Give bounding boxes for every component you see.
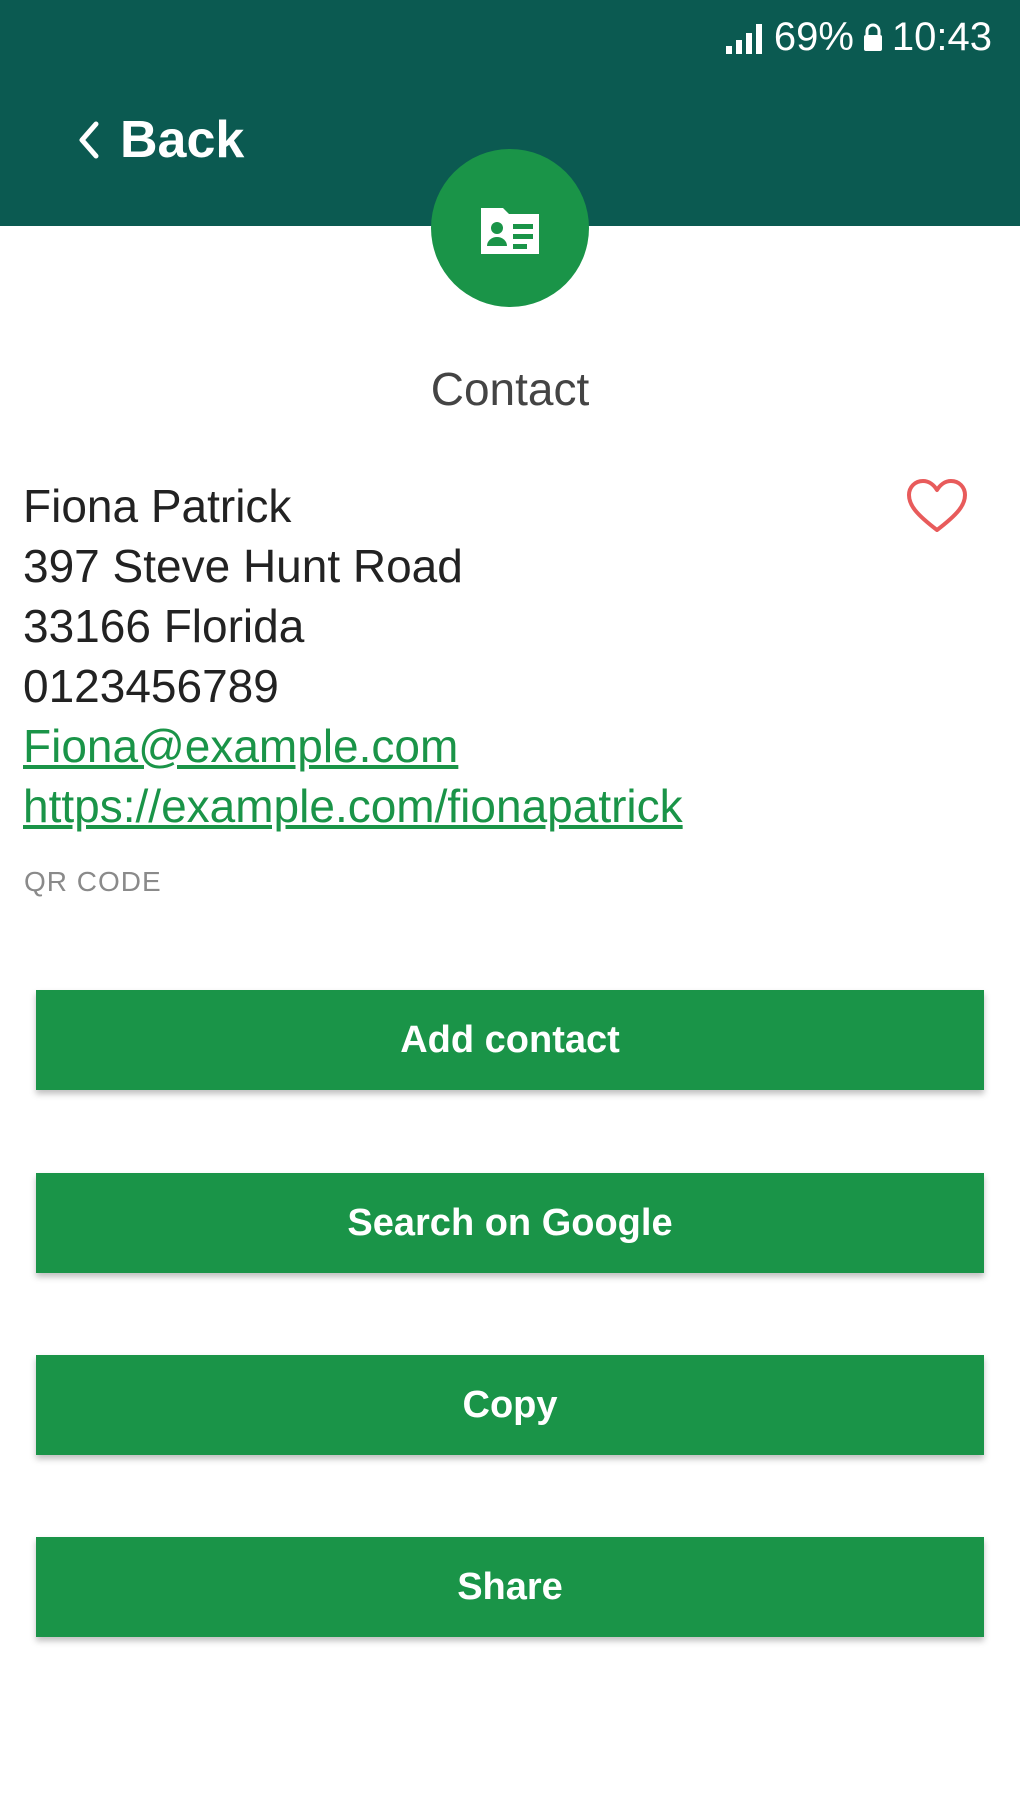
contact-details: Fiona Patrick 397 Steve Hunt Road 33166 … [23,476,883,836]
contact-name: Fiona Patrick [23,480,292,532]
clock: 10:43 [891,14,992,59]
contact-address-line1: 397 Steve Hunt Road [23,540,463,592]
page-title: Contact [430,363,590,415]
battery-level: 69% [773,14,854,59]
back-chevron-icon [79,121,99,159]
search-google-button[interactable]: Search on Google [36,1173,984,1273]
signal-icon [725,24,762,54]
code-type-label: QR CODE [24,866,162,897]
contact-url-link[interactable]: https://example.com/fionapatrick [23,780,683,832]
copy-button[interactable]: Copy [36,1355,984,1455]
heart-icon[interactable] [906,478,968,534]
back-label: Back [120,111,245,169]
contact-type-badge [431,149,589,307]
contact-phone: 0123456789 [23,660,279,712]
contact-card-icon [481,208,539,254]
share-button[interactable]: Share [36,1537,984,1637]
add-contact-button[interactable]: Add contact [36,990,984,1090]
back-button[interactable]: Back [76,108,244,172]
status-bar: 69% 10:43 [724,14,992,60]
contact-address-line2: 33166 Florida [23,600,305,652]
lock-icon [863,23,882,51]
contact-email-link[interactable]: Fiona@example.com [23,720,458,772]
